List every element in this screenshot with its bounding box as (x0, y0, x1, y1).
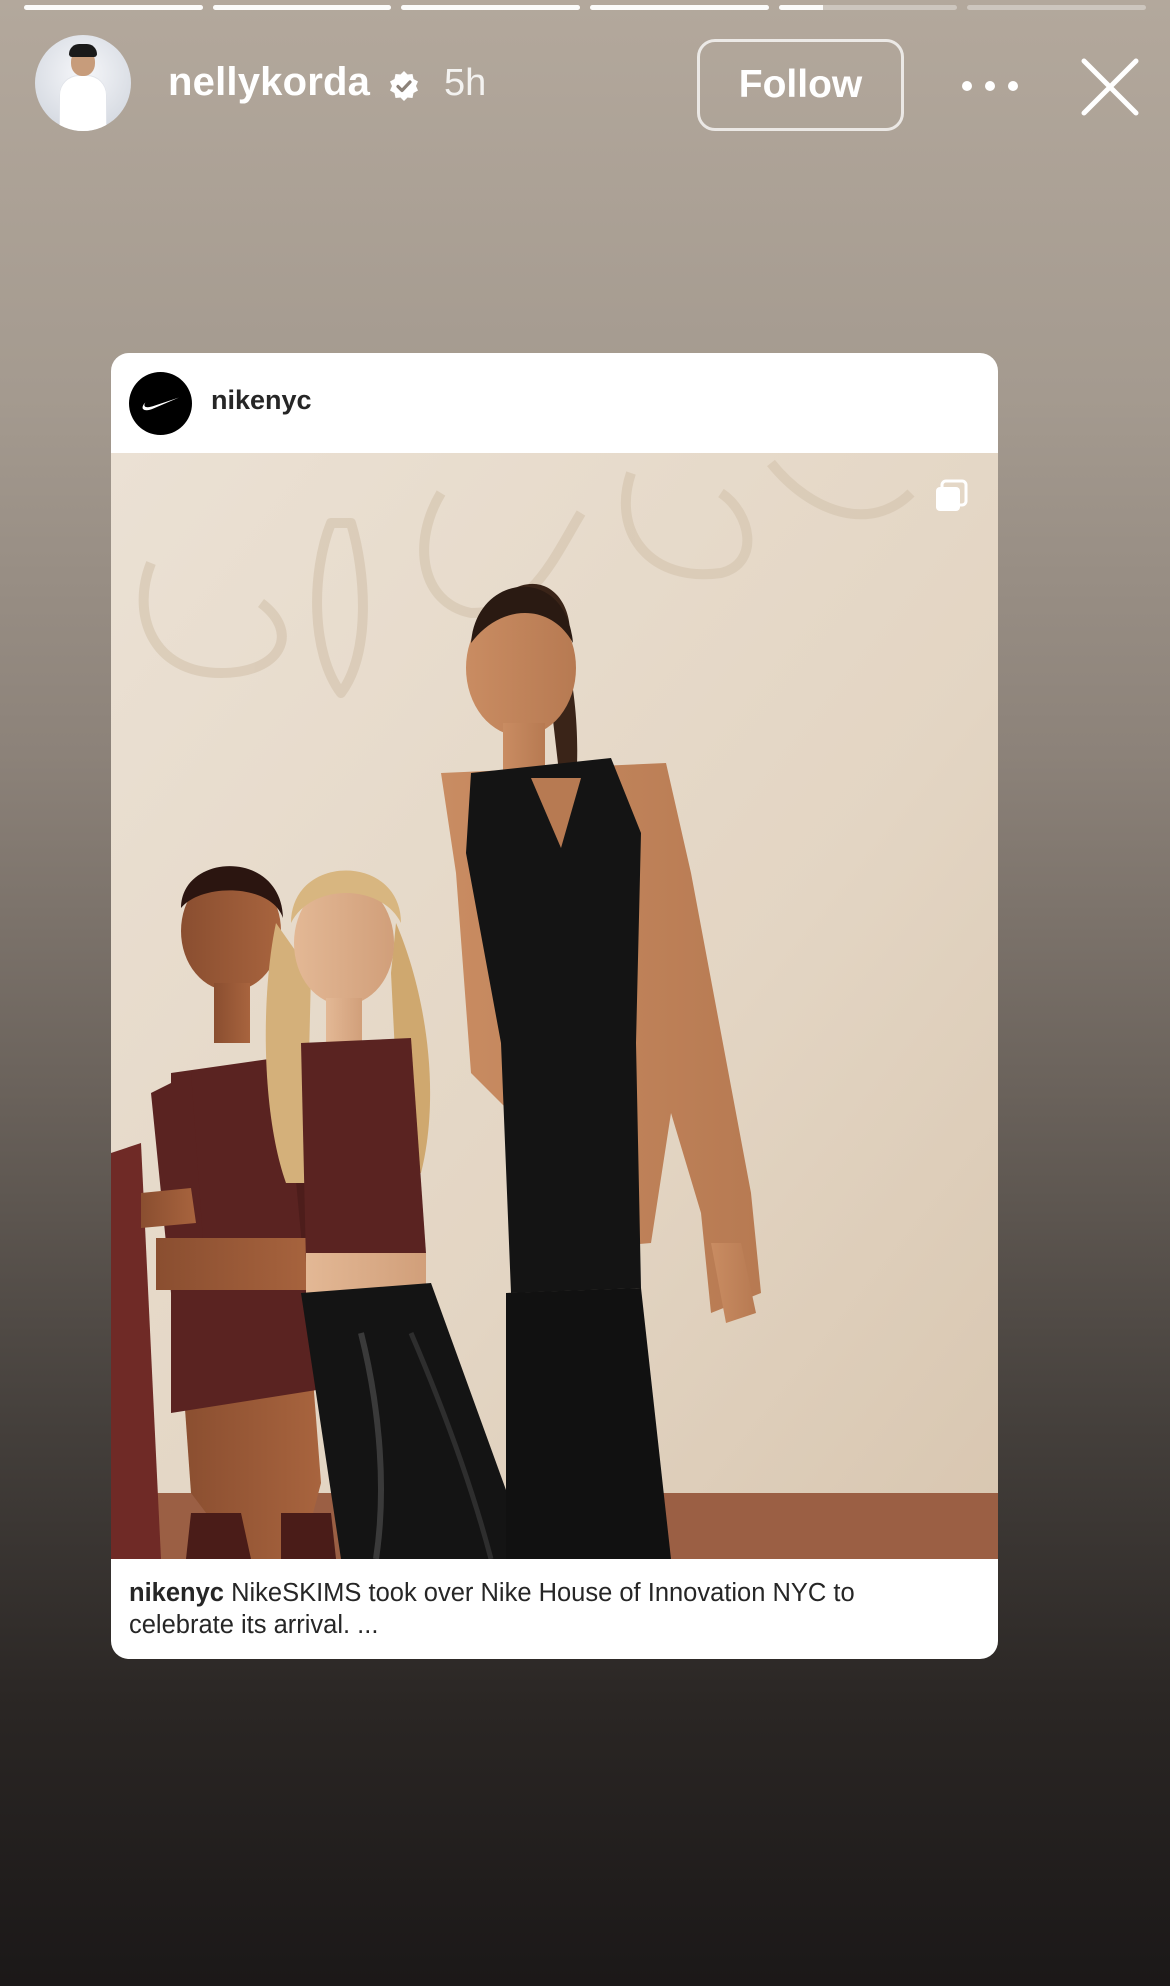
story-progress-segment (212, 5, 392, 10)
caption-text: NikeSKIMS took over Nike House of Innova… (129, 1579, 855, 1639)
caption-username[interactable]: nikenyc (129, 1579, 224, 1607)
post-caption: nikenyc NikeSKIMS took over Nike House o… (129, 1577, 948, 1641)
post-photo[interactable] (111, 453, 998, 1559)
story-progress-segment (24, 5, 203, 10)
profile-avatar[interactable] (35, 35, 131, 131)
verified-badge-icon (390, 71, 418, 101)
story-progress-segment (967, 5, 1147, 10)
shared-post-card[interactable]: nikenyc nikenyc NikeSKIMS took over Nike… (111, 353, 998, 1659)
carousel-icon (936, 479, 968, 511)
story-progress-segment (778, 5, 958, 10)
shared-post-username[interactable]: nikenyc (211, 385, 312, 416)
nike-swoosh-logo[interactable] (129, 372, 192, 435)
shared-post-header: nikenyc (111, 353, 998, 453)
story-progress-segment (590, 5, 769, 10)
close-icon[interactable] (1078, 55, 1142, 119)
story-progress-segment (401, 5, 581, 10)
story-username[interactable]: nellykorda (168, 60, 370, 105)
follow-button[interactable]: Follow (697, 39, 904, 131)
story-progress-bar (24, 5, 1147, 10)
more-dots-icon[interactable] (962, 66, 1018, 106)
story-timestamp: 5h (444, 62, 487, 104)
